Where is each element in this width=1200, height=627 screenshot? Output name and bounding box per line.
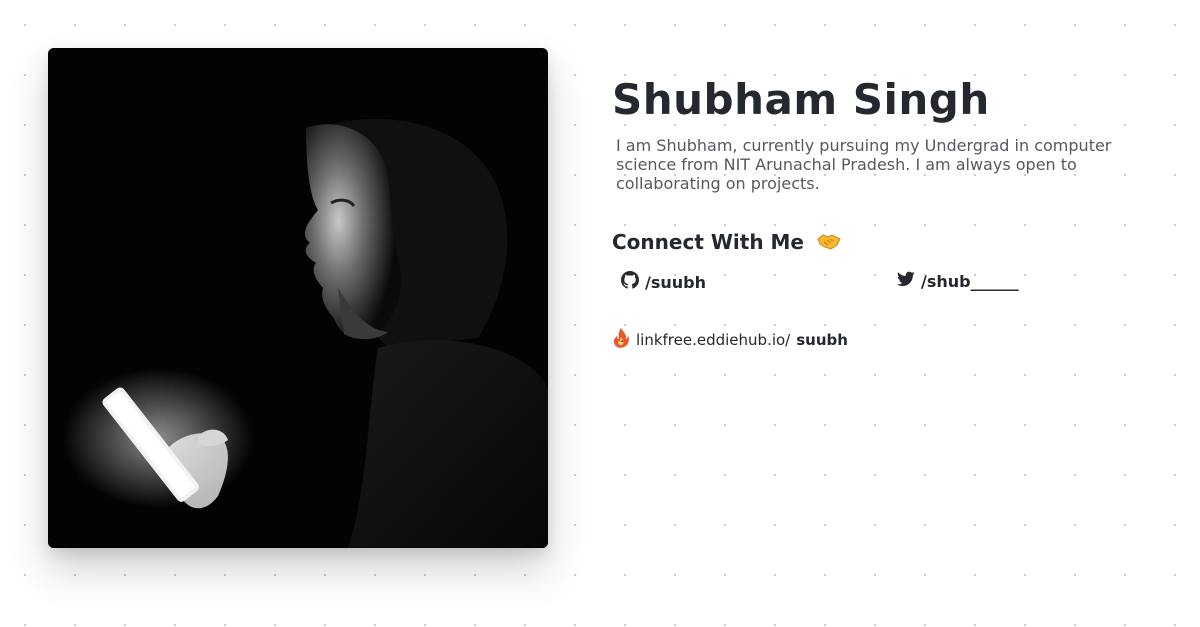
profile-photo-image — [48, 48, 548, 548]
connect-heading: Connect With Me — [612, 229, 1152, 257]
profile-name: Shubham Singh — [612, 75, 990, 124]
github-icon — [621, 271, 639, 293]
github-label: /suubh — [645, 272, 706, 292]
linkfree-flame-icon — [612, 327, 630, 353]
twitter-link[interactable]: /shub______ — [897, 271, 1019, 291]
profile-bio: I am Shubham, currently pursuing my Unde… — [616, 136, 1112, 193]
twitter-label: /shub______ — [921, 271, 1019, 291]
profile-photo — [48, 48, 548, 548]
linkfree-link[interactable]: linkfree.eddiehub.io/ suubh — [612, 327, 1152, 353]
linkfree-prefix: linkfree.eddiehub.io/ — [636, 331, 791, 349]
handshake-icon — [817, 231, 841, 257]
github-link[interactable]: /suubh — [621, 271, 706, 293]
social-links: /suubh /shub______ — [612, 271, 1152, 297]
twitter-icon — [897, 271, 915, 291]
linkfree-username: suubh — [796, 331, 848, 349]
profile-info: Shubham Singh I am Shubham, currently pu… — [612, 72, 1152, 353]
connect-heading-label: Connect With Me — [612, 230, 804, 254]
